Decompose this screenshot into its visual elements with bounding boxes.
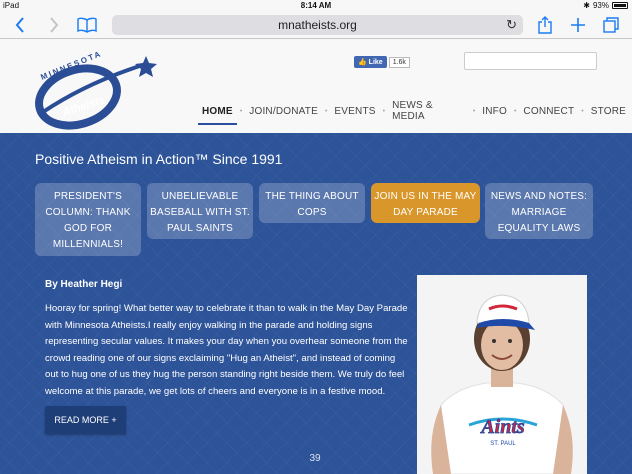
- tab-presidents-column[interactable]: PRESIDENT'S COLUMN: THANK GOD FOR MILLEN…: [35, 183, 141, 256]
- like-count: 1.6k: [388, 56, 410, 68]
- address-bar[interactable]: mnatheists.org ↻: [112, 15, 523, 35]
- tagline: Positive Atheism in Action™ Since 1991: [35, 151, 283, 167]
- nav-home[interactable]: HOME: [196, 104, 239, 125]
- article-excerpt: Hooray for spring! What better way to ce…: [45, 303, 408, 397]
- nav-news-media[interactable]: NEWS & MEDIA: [386, 98, 472, 130]
- shirt-logo-text: Aints: [479, 416, 525, 438]
- forward-icon[interactable]: [46, 15, 62, 35]
- nav-events[interactable]: EVENTS: [328, 104, 381, 125]
- tab-unbelievable-baseball[interactable]: UNBELIEVABLE BASEBALL WITH ST. PAUL SAIN…: [147, 183, 253, 239]
- reload-icon[interactable]: ↻: [506, 17, 517, 33]
- back-icon[interactable]: [12, 15, 28, 35]
- like-button[interactable]: 👍 Like: [354, 56, 387, 68]
- site-header: MINNESOTA Atheists 👍 Like 1.6k HOME • JO…: [0, 40, 632, 133]
- facebook-like[interactable]: 👍 Like 1.6k: [354, 56, 410, 68]
- featured-section: Positive Atheism in Action™ Since 1991 P…: [0, 133, 632, 474]
- share-icon[interactable]: [537, 15, 553, 35]
- nav-join-donate[interactable]: JOIN/DONATE: [243, 104, 324, 125]
- main-nav: HOME • JOIN/DONATE • EVENTS • NEWS & MED…: [196, 98, 632, 130]
- article-photo: Aints ST. PAUL: [417, 275, 587, 474]
- clock: 8:14 AM: [300, 1, 332, 10]
- tabs-icon[interactable]: [602, 15, 620, 35]
- status-right: ✱ 93%: [583, 1, 628, 10]
- site-logo[interactable]: MINNESOTA Atheists: [28, 49, 158, 132]
- featured-tabs: PRESIDENT'S COLUMN: THANK GOD FOR MILLEN…: [35, 183, 595, 258]
- nav-connect[interactable]: CONNECT: [517, 104, 580, 125]
- new-tab-icon[interactable]: [570, 15, 586, 35]
- tab-news-and-notes[interactable]: NEWS AND NOTES: MARRIAGE EQUALITY LAWS: [485, 183, 593, 239]
- tab-thing-about-cops[interactable]: THE THING ABOUT COPS: [259, 183, 365, 223]
- tab-may-day-parade[interactable]: JOIN US IN THE MAY DAY PARADE: [371, 183, 480, 223]
- shirt-subtext: ST. PAUL: [490, 441, 516, 447]
- browser-toolbar: mnatheists.org ↻: [0, 11, 632, 39]
- battery-percent: 93%: [592, 1, 609, 10]
- bluetooth-icon: ✱: [583, 1, 590, 10]
- status-bar: iPad 8:14 AM ✱ 93%: [0, 0, 632, 11]
- nav-info[interactable]: INFO: [476, 104, 513, 125]
- search-input[interactable]: [464, 52, 597, 70]
- thumbs-up-icon: 👍: [358, 59, 367, 66]
- article-byline: By Heather Hegi: [45, 279, 123, 290]
- battery-icon: [612, 2, 628, 9]
- like-label: Like: [368, 59, 383, 66]
- bookmarks-icon[interactable]: [76, 15, 98, 35]
- read-more-button[interactable]: READ MORE +: [45, 406, 126, 434]
- nav-store[interactable]: STORE: [585, 104, 632, 125]
- url-text: mnatheists.org: [278, 18, 357, 32]
- page-number: 39: [309, 453, 321, 464]
